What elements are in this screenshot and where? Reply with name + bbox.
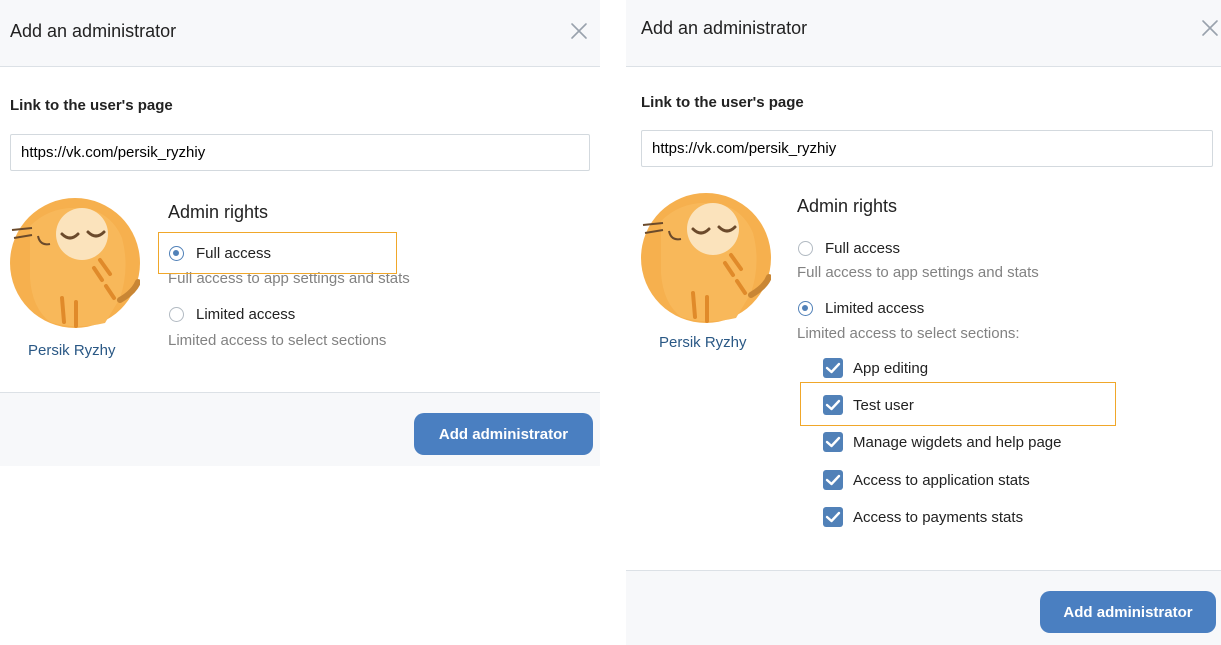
checkbox-checked-icon [823,432,843,452]
section-checkbox-payments-stats[interactable]: Access to payments stats [823,507,1023,527]
close-icon[interactable] [568,20,590,42]
limited-access-description: Limited access to select sections: [797,325,1020,342]
full-access-radio[interactable]: Full access [798,240,900,257]
link-label: Link to the user's page [10,97,173,114]
section-checkbox-app-editing[interactable]: App editing [823,358,928,378]
checkbox-checked-icon [823,507,843,527]
user-name-link[interactable]: Persik Ryzhy [659,334,747,351]
limited-access-label: Limited access [196,306,296,323]
section-label: Access to payments stats [853,508,1024,526]
section-label: Manage wigdets and help page [853,433,1062,451]
avatar [641,193,771,323]
full-access-label: Full access [825,240,901,257]
checkbox-checked-icon [823,358,843,378]
close-icon[interactable] [1199,17,1221,39]
dialog-header: Add an administrator [0,0,600,67]
limited-access-radio[interactable]: Limited access [798,300,924,317]
dialog-footer: Add administrator [626,570,1221,645]
admin-rights-title: Admin rights [797,196,898,216]
full-access-description: Full access to app settings and stats [797,264,1039,281]
avatar [10,198,140,328]
dialog-footer: Add administrator [0,392,600,466]
add-admin-dialog-limited-access: Add an administrator Link to the user's … [626,0,1221,645]
radio-selected-icon [798,301,813,316]
dialog-title: Add an administrator [10,21,177,41]
dialog-title: Add an administrator [641,18,808,38]
add-administrator-button[interactable]: Add administrator [1040,591,1216,633]
checkbox-checked-icon [823,470,843,490]
highlight-box [158,232,397,274]
user-name-link[interactable]: Persik Ryzhy [28,342,116,359]
user-link-input[interactable] [641,130,1213,167]
limited-access-label: Limited access [825,300,925,317]
add-administrator-button[interactable]: Add administrator [414,413,593,455]
section-label: Access to application stats [853,471,1030,489]
limited-access-radio[interactable]: Limited access [169,306,295,323]
admin-rights-title: Admin rights [168,202,269,222]
highlight-box [800,382,1116,426]
radio-unselected-icon [798,241,813,256]
add-admin-dialog-full-access: Add an administrator Link to the user's … [0,0,600,466]
section-checkbox-manage-widgets[interactable]: Manage wigdets and help page [823,432,1062,452]
limited-access-description: Limited access to select sections [168,332,387,349]
radio-unselected-icon [169,307,184,322]
link-label: Link to the user's page [641,94,804,111]
section-checkbox-application-stats[interactable]: Access to application stats [823,470,1030,490]
user-link-input[interactable] [10,134,590,171]
section-label: App editing [853,359,929,377]
dialog-header: Add an administrator [626,0,1221,67]
